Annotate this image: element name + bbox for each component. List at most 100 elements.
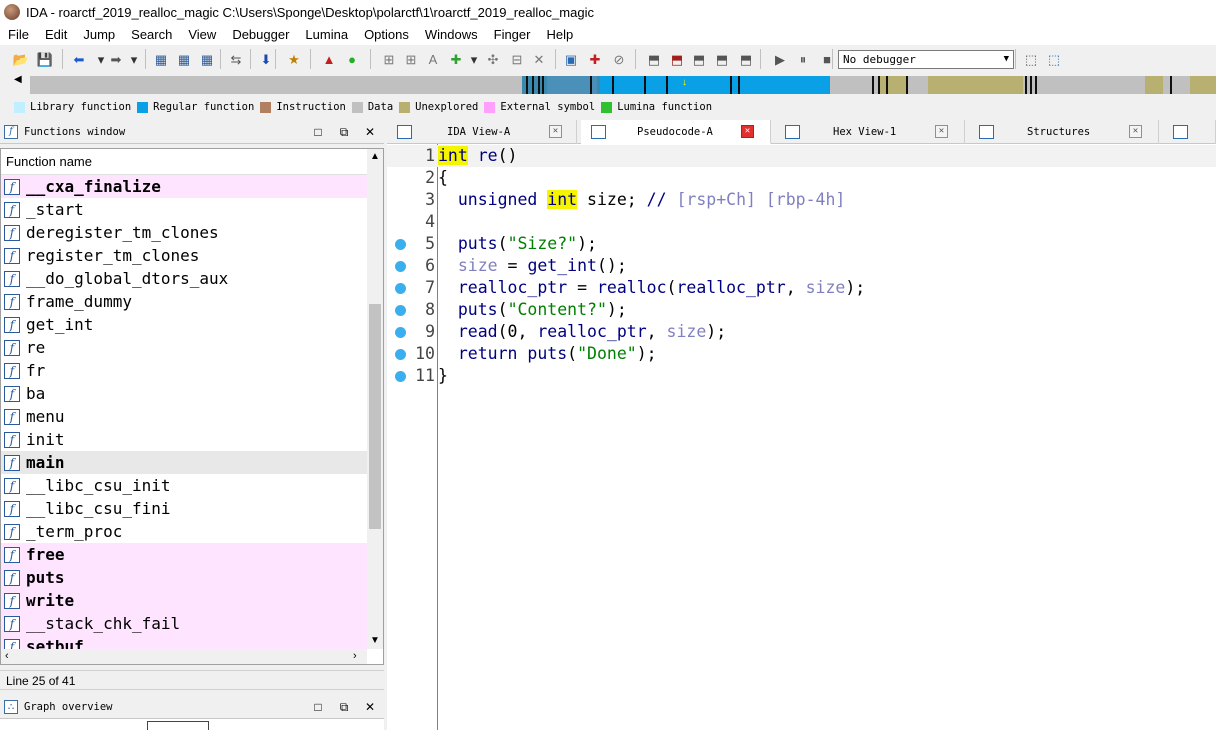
menu-options[interactable]: Options — [356, 24, 417, 45]
function-row[interactable]: f deregister_tm_clones — [1, 221, 367, 244]
function-row[interactable]: f ba — [1, 382, 367, 405]
scroll-down-icon[interactable]: ▼ — [370, 635, 380, 646]
tab-structures[interactable]: Structures ✕ — [969, 120, 1159, 144]
navigation-strip[interactable]: ↓ — [30, 76, 1216, 94]
function-row[interactable]: f __stack_chk_fail — [1, 612, 367, 635]
float-icon[interactable]: ⧉ — [337, 700, 351, 715]
function-row[interactable]: f __libc_csu_init — [1, 474, 367, 497]
menu-search[interactable]: Search — [123, 24, 180, 45]
breakpoint-dot-icon[interactable] — [395, 283, 406, 294]
scroll-thumb[interactable] — [369, 304, 381, 529]
close-icon[interactable]: ✕ — [363, 700, 377, 714]
function-row[interactable]: f puts — [1, 566, 367, 589]
add-icon[interactable]: ✚ — [447, 50, 465, 68]
menu-debugger[interactable]: Debugger — [224, 24, 297, 45]
forward-icon[interactable]: ➡ — [107, 50, 125, 68]
string-icon[interactable]: A — [424, 50, 442, 68]
function-row[interactable]: f main — [1, 451, 367, 474]
breakpoint-dot-icon[interactable] — [395, 349, 406, 360]
code-line[interactable]: 2{ — [387, 167, 1216, 189]
code-line[interactable]: 1 int re() — [387, 145, 1216, 167]
xrefs-from-icon[interactable]: ⬒ — [713, 50, 731, 68]
delete-icon[interactable]: ✕ — [530, 50, 548, 68]
nav-left-arrow-icon[interactable]: ◀ — [14, 74, 22, 85]
convert-icon[interactable]: ⇆ — [227, 50, 245, 68]
maximize-icon[interactable]: □ — [311, 125, 325, 139]
function-row[interactable]: f _start — [1, 198, 367, 221]
function-row[interactable]: f __do_global_dtors_aux — [1, 267, 367, 290]
code-line[interactable]: 5 puts("Size?"); — [387, 233, 1216, 255]
run-green-icon[interactable]: ● — [343, 50, 361, 68]
scroll-left-icon[interactable]: ‹ — [5, 650, 9, 662]
function-row[interactable]: f free — [1, 543, 367, 566]
pause-icon[interactable]: ⏸ — [794, 50, 812, 68]
tab-close-icon[interactable]: ✕ — [1129, 125, 1142, 138]
code-line[interactable]: 6 size = get_int(); — [387, 255, 1216, 277]
graph-icon[interactable]: ▣ — [562, 50, 580, 68]
code-line[interactable]: 11} — [387, 365, 1216, 387]
menu-view[interactable]: View — [180, 24, 224, 45]
tab-extra[interactable] — [1163, 120, 1216, 144]
xref-icon[interactable]: ✣ — [484, 50, 502, 68]
debugger-select[interactable]: No debugger ▼ — [838, 50, 1014, 69]
code-line[interactable]: 10 return puts("Done"); — [387, 343, 1216, 365]
warning-icon[interactable]: ▲ — [320, 50, 338, 68]
function-row[interactable]: f frame_dummy — [1, 290, 367, 313]
open-icon[interactable]: 📂 — [12, 50, 30, 68]
structures-icon[interactable]: ▦ — [175, 50, 193, 68]
function-row[interactable]: f re — [1, 336, 367, 359]
graph-overview-canvas[interactable] — [0, 719, 384, 730]
detach-icon[interactable]: ⬚ — [1045, 50, 1063, 68]
tab-close-icon[interactable]: ✕ — [935, 125, 948, 138]
tab-close-icon[interactable]: ✕ — [741, 125, 754, 138]
function-row[interactable]: f menu — [1, 405, 367, 428]
breakpoint-dot-icon[interactable] — [395, 239, 406, 250]
breakpoint-dot-icon[interactable] — [395, 327, 406, 338]
tab-pseudocode-a[interactable]: Pseudocode-A ✕ — [581, 120, 771, 144]
graph-viewport-box[interactable] — [147, 721, 209, 730]
enums-icon[interactable]: ▦ — [198, 50, 216, 68]
undefine-icon[interactable]: ⊟ — [508, 50, 526, 68]
menu-windows[interactable]: Windows — [417, 24, 486, 45]
start-debug-icon[interactable]: ▶ — [771, 50, 789, 68]
function-row[interactable]: f __cxa_finalize — [1, 175, 367, 198]
call-graph-icon[interactable]: ⬒ — [668, 50, 686, 68]
segments-icon[interactable]: ▦ — [152, 50, 170, 68]
code-icon[interactable]: ⊞ — [380, 50, 398, 68]
menu-help[interactable]: Help — [538, 24, 581, 45]
user-graph-icon[interactable]: ⬒ — [737, 50, 755, 68]
attach-icon[interactable]: ⬚ — [1022, 50, 1040, 68]
column-header-function-name[interactable]: Function name — [1, 149, 383, 175]
menu-edit[interactable]: Edit — [37, 24, 75, 45]
scroll-right-icon[interactable]: › — [353, 650, 357, 662]
breakpoint-del-icon[interactable]: ⊘ — [610, 50, 628, 68]
flow-chart-icon[interactable]: ⬒ — [645, 50, 663, 68]
tab-ida-view-a[interactable]: IDA View-A ✕ — [387, 120, 577, 144]
function-row[interactable]: f fr — [1, 359, 367, 382]
forward-dropdown-icon[interactable]: ▾ — [125, 50, 143, 68]
function-row[interactable]: f get_int — [1, 313, 367, 336]
save-icon[interactable]: 💾 — [36, 50, 54, 68]
menu-jump[interactable]: Jump — [75, 24, 123, 45]
stop-icon[interactable]: ■ — [818, 50, 836, 68]
function-row[interactable]: f write — [1, 589, 367, 612]
horizontal-scrollbar[interactable]: ‹ › — [1, 649, 367, 664]
breakpoint-dot-icon[interactable] — [395, 371, 406, 382]
code-line[interactable]: 4 — [387, 211, 1216, 233]
tab-close-icon[interactable]: ✕ — [549, 125, 562, 138]
scroll-up-icon[interactable]: ▲ — [370, 151, 380, 162]
menu-file[interactable]: File — [0, 24, 37, 45]
code-line[interactable]: 9 read(0, realloc_ptr, size); — [387, 321, 1216, 343]
function-row[interactable]: f register_tm_clones — [1, 244, 367, 267]
pseudocode-view[interactable]: 1 int re() 2{3 unsigned int size; // [rsp+… — [387, 144, 1216, 730]
tab-hex-view-1[interactable]: Hex View-1 ✕ — [775, 120, 965, 144]
data-icon[interactable]: ⊞ — [402, 50, 420, 68]
breakpoint-dot-icon[interactable] — [395, 305, 406, 316]
xrefs-to-icon[interactable]: ⬒ — [690, 50, 708, 68]
code-line[interactable]: 3 unsigned int size; // [rsp+Ch] [rbp-4h… — [387, 189, 1216, 211]
function-row[interactable]: f init — [1, 428, 367, 451]
mark-icon[interactable]: ★ — [285, 50, 303, 68]
function-row[interactable]: f __libc_csu_fini — [1, 497, 367, 520]
maximize-icon[interactable]: □ — [311, 700, 325, 714]
vertical-scrollbar[interactable]: ▲ ▼ — [367, 149, 383, 649]
